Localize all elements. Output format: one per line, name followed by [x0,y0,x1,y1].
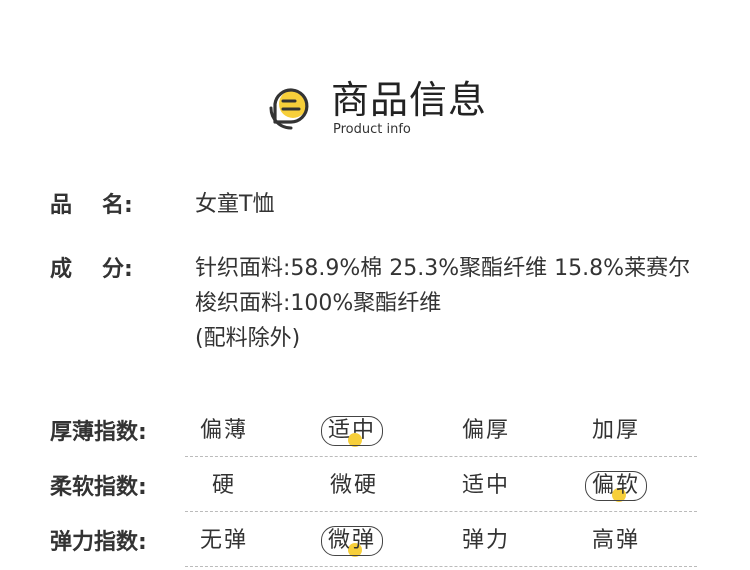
thickness-label: 厚薄指数: [50,420,147,445]
elasticity-option-selected: 微弹 [321,526,449,558]
softness-option-selected: 偏软 [585,471,713,503]
elasticity-option: 无弹 [200,528,249,553]
softness-option: 硬 [212,473,237,498]
softness-options: 硬 微硬 适中 偏软 [185,471,697,512]
thickness-option: 加厚 [592,418,641,443]
section-header: 商品信息 Product info [265,76,525,140]
section-title: 商品信息 [331,78,488,122]
thickness-options: 偏薄 适中 偏厚 加厚 [185,416,697,457]
product-info-icon [269,88,309,130]
name-label: 品名: [50,193,133,218]
composition-line: 针织面料:58.9%棉 25.3%聚酯纤维 15.8%莱赛尔 [195,256,691,281]
softness-label: 柔软指数: [50,475,147,500]
thickness-option: 偏薄 [200,418,249,443]
softness-option: 适中 [462,473,511,498]
composition-value: 针织面料:58.9%棉 25.3%聚酯纤维 15.8%莱赛尔 梭织面料:100%… [195,251,735,356]
softness-option: 微硬 [330,473,379,498]
name-value: 女童T恤 [195,192,275,217]
composition-line: (配料除外) [195,326,301,351]
section-subtitle: Product info [333,122,411,137]
elasticity-options: 无弹 微弹 弹力 高弹 [185,526,697,567]
thickness-option-selected: 适中 [321,416,449,448]
thickness-option: 偏厚 [462,418,511,443]
elasticity-option: 高弹 [592,528,641,553]
elasticity-option: 弹力 [462,528,511,553]
composition-line: 梭织面料:100%聚酯纤维 [195,291,442,316]
composition-label: 成分: [50,257,133,282]
elasticity-label: 弹力指数: [50,530,147,555]
